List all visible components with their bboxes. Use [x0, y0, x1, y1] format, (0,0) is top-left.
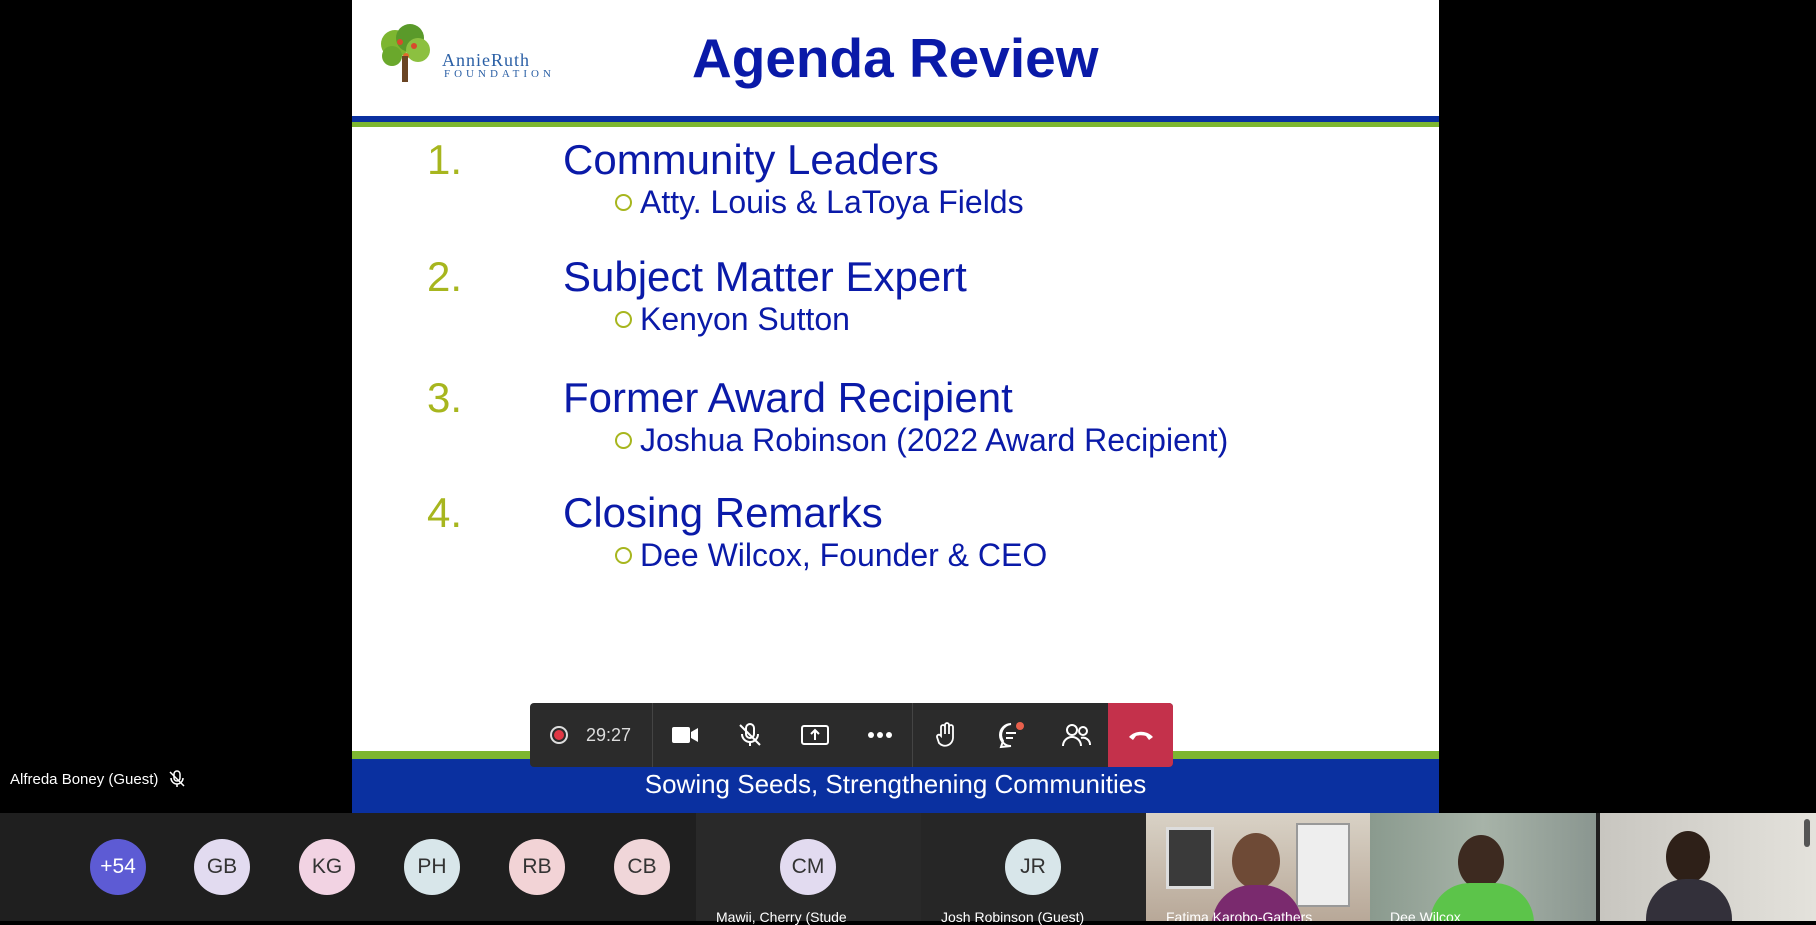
participant-name: Dee Wilcox: [1390, 909, 1461, 921]
agenda-number: 2.: [427, 253, 463, 300]
agenda-number: 4.: [427, 489, 463, 536]
leave-call-button[interactable]: [1108, 703, 1173, 767]
shared-slide: AnnieRuth FOUNDATION Agenda Review 1. Co…: [352, 0, 1439, 813]
slide-title: Agenda Review: [692, 27, 1099, 89]
speaker-name: Alfreda Boney (Guest): [10, 770, 159, 788]
person-head: [1232, 833, 1280, 889]
more-icon: [867, 732, 892, 738]
tree-icon: [381, 24, 430, 82]
foundation-logo: AnnieRuth FOUNDATION: [370, 22, 555, 84]
mute-button[interactable]: [718, 703, 783, 767]
agenda-heading: Closing Remarks: [563, 489, 883, 536]
participant-name: Fatima Karobo-Gathers: [1166, 909, 1313, 921]
person-head: [1458, 835, 1504, 889]
bullet-icon: [615, 547, 632, 565]
agenda-subitem: Atty. Louis & LaToya Fields: [615, 184, 1024, 221]
participant-avatar[interactable]: RB: [509, 839, 565, 895]
more-participants-button[interactable]: +54: [90, 839, 146, 895]
participant-avatar[interactable]: CB: [614, 839, 670, 895]
chat-icon: [998, 722, 1024, 749]
participant-avatar: JR: [1005, 839, 1061, 895]
more-button[interactable]: [848, 703, 913, 767]
agenda-subitem: Kenyon Sutton: [615, 301, 850, 338]
participant-video[interactable]: Dee Wilcox: [1370, 813, 1596, 921]
camera-icon: [672, 727, 699, 743]
person-body: [1646, 879, 1732, 921]
meeting-timer: 29:27: [586, 724, 632, 745]
leave-call-icon: [1128, 731, 1153, 740]
record-icon: [550, 726, 568, 744]
meeting-toolbar: 29:27: [530, 703, 1173, 767]
raise-hand-icon: [935, 722, 954, 747]
participant-name: Josh Robinson (Guest): [941, 909, 1085, 925]
logo-subtitle: FOUNDATION: [444, 68, 555, 80]
participant-tile[interactable]: CM Mawii, Cherry (Stude: [696, 813, 921, 925]
participant-avatar[interactable]: GB: [194, 839, 250, 895]
participant-name: Mawii, Cherry (Stude: [716, 909, 847, 925]
agenda-subitem: Joshua Robinson (2022 Award Recipient): [615, 422, 1228, 459]
raise-hand-button[interactable]: [912, 703, 978, 767]
agenda-subitem: Dee Wilcox, Founder & CEO: [615, 537, 1047, 574]
person-head: [1666, 831, 1710, 883]
window: [1296, 823, 1350, 907]
header-divider-green: [352, 122, 1439, 127]
bullet-icon: [615, 194, 632, 212]
participant-video[interactable]: Fatima Karobo-Gathers: [1146, 813, 1370, 921]
speaker-label: Alfreda Boney (Guest): [10, 770, 186, 788]
participant-tile[interactable]: JR Josh Robinson (Guest): [921, 813, 1146, 925]
participant-strip: +54 GB KG PH RB CB CM Mawii, Cherry (Stu…: [0, 813, 1816, 925]
participant-avatar[interactable]: PH: [404, 839, 460, 895]
wall-picture: [1166, 827, 1214, 889]
share-screen-icon: [801, 725, 830, 745]
recording-indicator[interactable]: 29:27: [530, 703, 653, 767]
agenda-heading: Subject Matter Expert: [563, 253, 967, 300]
camera-button[interactable]: [653, 703, 718, 767]
participant-video[interactable]: [1600, 813, 1816, 921]
mic-off-icon: [739, 723, 761, 746]
people-icon: [1061, 724, 1091, 747]
agenda-number: 3.: [427, 374, 463, 421]
agenda-heading: Former Award Recipient: [563, 374, 1013, 421]
mic-off-icon: [169, 770, 185, 787]
chat-button[interactable]: [978, 703, 1043, 767]
agenda-heading: Community Leaders: [563, 136, 939, 183]
people-button[interactable]: [1043, 703, 1108, 767]
share-button[interactable]: [783, 703, 848, 767]
participant-avatar[interactable]: KG: [299, 839, 355, 895]
slide-tagline: Sowing Seeds, Strengthening Communities: [644, 769, 1147, 799]
participant-avatar: CM: [780, 839, 836, 895]
bullet-icon: [615, 432, 632, 450]
bullet-icon: [615, 311, 632, 329]
scrollbar[interactable]: [1804, 819, 1810, 847]
agenda-number: 1.: [427, 136, 463, 183]
